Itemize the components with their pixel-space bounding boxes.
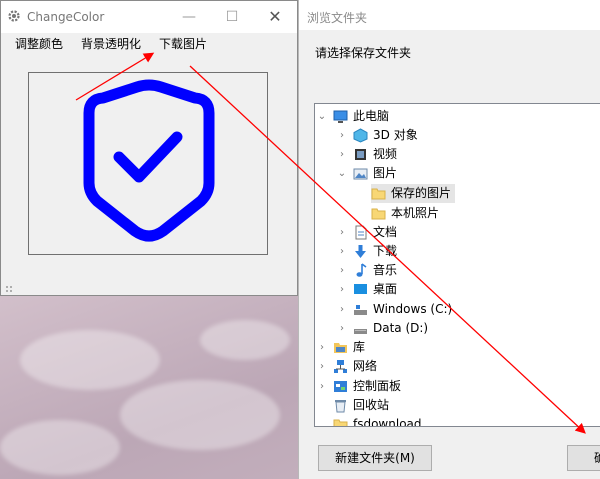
- tree-item-label: Windows (C:): [373, 302, 453, 316]
- tree-item-saved-pictures[interactable]: 保存的图片: [315, 184, 600, 203]
- tree-item-drive-d[interactable]: › Data (D:): [315, 319, 600, 338]
- download-icon: [355, 245, 366, 258]
- window-title: ChangeColor: [27, 10, 105, 24]
- tree-item-3d-objects[interactable]: › 3D 对象: [315, 126, 600, 145]
- desktop-cloud: [20, 330, 160, 390]
- menu-adjust-color[interactable]: 调整颜色: [15, 35, 63, 52]
- chevron-down-icon[interactable]: ⌄: [317, 107, 327, 126]
- tree-item-label: 本机照片: [391, 206, 440, 220]
- dialog-title: 浏览文件夹: [307, 11, 368, 25]
- tree-item-label: 回收站: [353, 398, 390, 412]
- folder-icon: [333, 419, 348, 426]
- menu-bar: 调整颜色 背景透明化 下载图片: [1, 33, 297, 53]
- maximize-button[interactable]: ☐: [221, 7, 243, 27]
- chevron-right-icon[interactable]: ›: [317, 357, 327, 376]
- folder-icon: [371, 208, 386, 220]
- tree-item-pictures[interactable]: ⌄ 图片: [315, 164, 600, 183]
- chevron-right-icon[interactable]: ›: [337, 319, 347, 338]
- drive-c-icon: [354, 305, 367, 315]
- 3d-objects-icon: [353, 128, 368, 143]
- desktop-cloud: [200, 320, 290, 360]
- documents-icon: [355, 225, 367, 240]
- dialog-title-bar[interactable]: 浏览文件夹: [299, 0, 600, 30]
- desktop-cloud: [0, 420, 120, 475]
- tree-item-documents[interactable]: › 文档: [315, 223, 600, 242]
- computer-icon: [333, 110, 348, 123]
- tree-item-label: 控制面板: [353, 379, 402, 393]
- new-folder-button[interactable]: 新建文件夹(M): [318, 445, 432, 471]
- pictures-icon: [353, 168, 368, 180]
- chevron-right-icon[interactable]: ›: [337, 280, 347, 299]
- tree-item-network[interactable]: › 网络: [315, 357, 600, 376]
- tree-item-label: 网络: [353, 359, 378, 373]
- library-icon: [334, 343, 347, 353]
- resize-grip-icon[interactable]: [5, 283, 15, 293]
- chevron-down-icon[interactable]: ⌄: [337, 164, 347, 183]
- tree-item-label: 3D 对象: [373, 128, 418, 142]
- tree-item-desktop[interactable]: › 桌面: [315, 280, 600, 299]
- tree-item-label: Data (D:): [373, 321, 429, 335]
- minimize-button[interactable]: —: [178, 7, 200, 27]
- tree-item-label: 视频: [373, 147, 398, 161]
- tree-item-label: 库: [353, 340, 366, 354]
- tree-item-videos[interactable]: › 视频: [315, 145, 600, 164]
- chevron-right-icon[interactable]: ›: [337, 242, 347, 261]
- title-bar[interactable]: ChangeColor — ☐ ✕: [1, 1, 297, 33]
- dialog-prompt: 请选择保存文件夹: [315, 46, 412, 60]
- chevron-right-icon[interactable]: ›: [337, 300, 347, 319]
- tree-item-camera-roll[interactable]: 本机照片: [315, 204, 600, 223]
- tree-item-this-pc[interactable]: ⌄ 此电脑: [315, 107, 600, 126]
- chevron-right-icon[interactable]: ›: [337, 126, 347, 145]
- recycle-bin-icon: [335, 400, 346, 413]
- menu-background-transparent[interactable]: 背景透明化: [81, 35, 141, 52]
- chevron-right-icon[interactable]: ›: [317, 338, 327, 357]
- gear-icon: [8, 10, 20, 22]
- tree-item-label: 下载: [373, 244, 398, 258]
- tree-item-label: 文档: [373, 225, 398, 239]
- tree-item-music[interactable]: › 音乐: [315, 261, 600, 280]
- image-canvas: [28, 72, 268, 255]
- tree-item-label: 桌面: [373, 282, 398, 296]
- chevron-right-icon[interactable]: ›: [337, 223, 347, 242]
- chevron-right-icon[interactable]: ›: [317, 377, 327, 396]
- close-button[interactable]: ✕: [264, 7, 286, 27]
- tree-item-label: 音乐: [373, 263, 398, 277]
- browse-folder-dialog: 浏览文件夹 请选择保存文件夹 ⌄ 此电脑 › 3D 对象 › 视频 ⌄ 图片 保…: [298, 0, 600, 479]
- tree-item-fsdownload[interactable]: fsdownload: [315, 415, 600, 427]
- chevron-right-icon[interactable]: ›: [337, 261, 347, 280]
- folder-icon: [371, 188, 386, 200]
- tree-item-downloads[interactable]: › 下载: [315, 242, 600, 261]
- video-icon: [355, 149, 366, 160]
- music-icon: [356, 263, 367, 277]
- chevron-right-icon[interactable]: ›: [337, 145, 347, 164]
- control-panel-icon: [334, 381, 347, 392]
- tree-item-label: 图片: [373, 166, 398, 180]
- tree-item-libraries[interactable]: › 库: [315, 338, 600, 357]
- tree-item-label: 保存的图片: [391, 186, 452, 200]
- network-icon: [334, 360, 347, 373]
- changecolor-window: ChangeColor — ☐ ✕ 调整颜色 背景透明化 下载图片: [0, 0, 298, 296]
- tree-item-label: fsdownload: [353, 417, 422, 427]
- tree-item-recycle-bin[interactable]: 回收站: [315, 396, 600, 415]
- ok-button[interactable]: 确: [567, 445, 600, 471]
- tree-item-control-panel[interactable]: › 控制面板: [315, 377, 600, 396]
- desktop-icon: [354, 284, 367, 294]
- drive-d-icon: [354, 329, 367, 334]
- folder-tree[interactable]: ⌄ 此电脑 › 3D 对象 › 视频 ⌄ 图片 保存的图片 本机照片 › 文档 …: [314, 103, 600, 427]
- tree-item-label: 此电脑: [353, 109, 390, 123]
- desktop-cloud: [120, 380, 280, 450]
- tree-item-drive-c[interactable]: › Windows (C:): [315, 300, 600, 319]
- menu-download-image[interactable]: 下载图片: [159, 35, 207, 52]
- shield-check-icon: [83, 79, 215, 242]
